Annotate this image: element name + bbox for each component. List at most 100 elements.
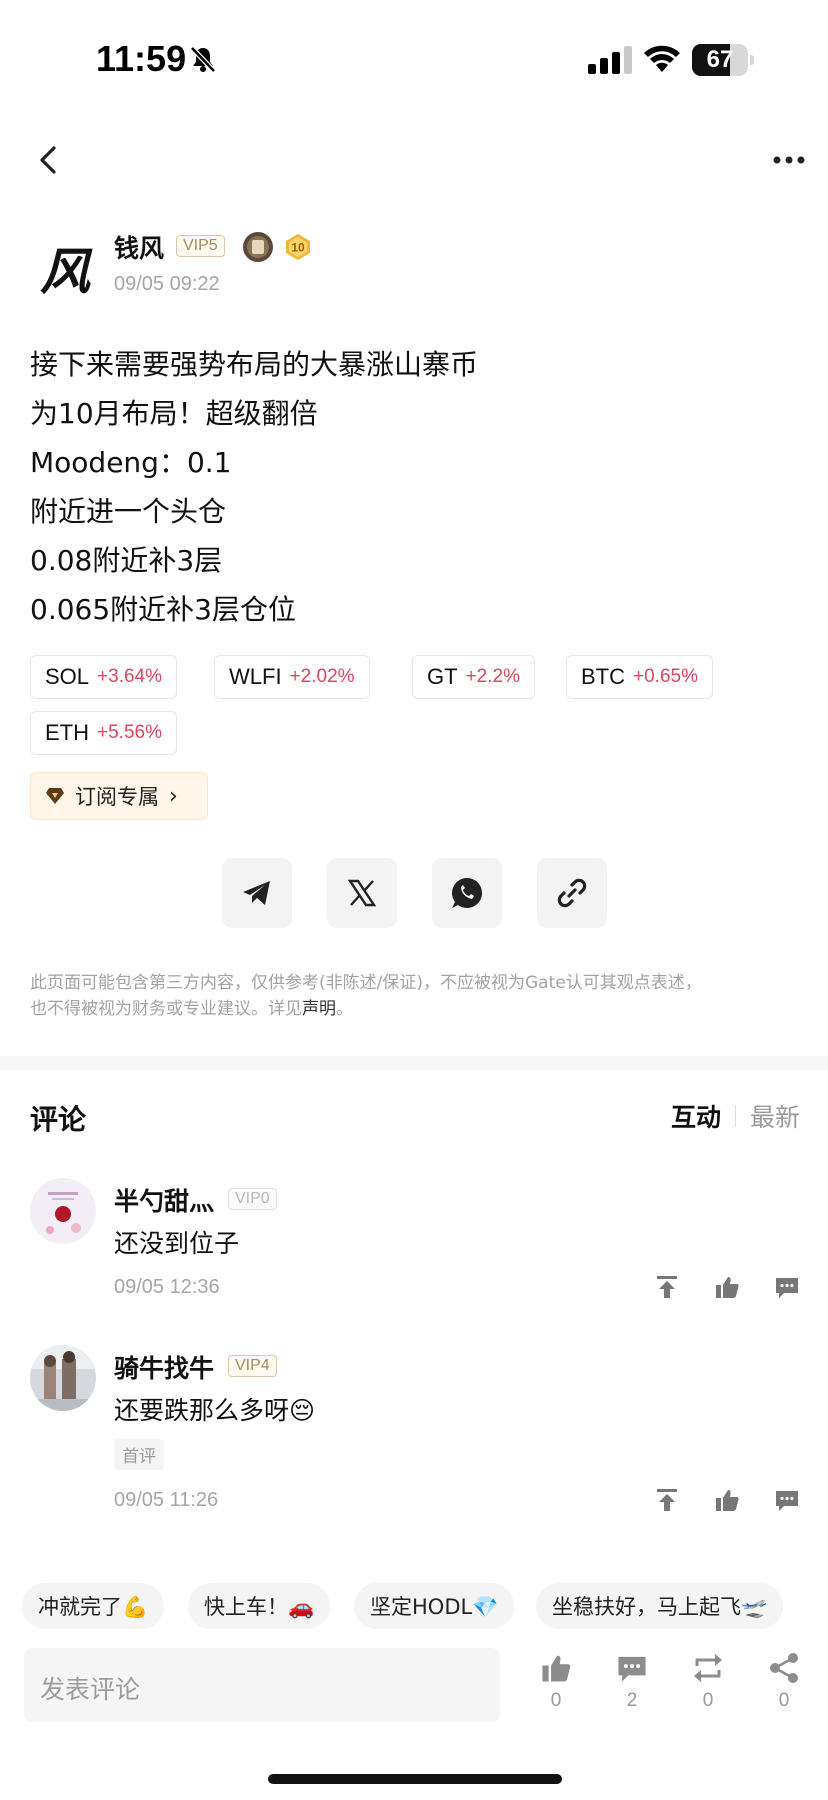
x-icon (347, 879, 377, 907)
share-x-button[interactable] (327, 858, 397, 928)
quick-reply-chips: 冲就完了💪 快上车！🚗 坚定HODL💎 坐稳扶好，马上起飞🛫 (0, 1583, 828, 1629)
pin-top-icon[interactable] (654, 1274, 680, 1300)
disclaimer-statement-link[interactable]: 声明 (302, 999, 336, 1019)
share-whatsapp-button[interactable] (432, 858, 502, 928)
comment-input[interactable]: 发表评论 (24, 1648, 500, 1722)
ticker-symbol: BTC (581, 664, 625, 689)
commenter-avatar[interactable] (30, 1178, 96, 1244)
commenter-vip-badge: VIP4 (228, 1355, 277, 1377)
level-medal-icon: 10 (284, 233, 312, 261)
ticker-change: +2.02% (289, 666, 355, 687)
ticker-symbol: WLFI (229, 664, 282, 689)
comment-button[interactable]: 2 (602, 1652, 662, 1732)
post-line: Moodeng：0.1 (30, 446, 232, 479)
post-content: 接下来需要强势布局的大暴涨山寨币 为10月布局！超级翻倍 Moodeng：0.1… (30, 340, 800, 634)
thumbs-up-icon (542, 1655, 571, 1682)
status-time: 11:59 (96, 38, 187, 79)
commenter-name[interactable]: 骑牛找牛 (114, 1349, 214, 1385)
comment-count: 2 (626, 1690, 638, 1711)
cellular-signal-icon (588, 46, 632, 74)
disclaimer: 此页面可能包含第三方内容，仅供参考(非陈述/保证)，不应被视为Gate认可其观点… (30, 970, 800, 1022)
link-icon (557, 878, 587, 908)
thumbs-up-icon[interactable] (714, 1487, 740, 1513)
comment-item: 骑牛找牛 VIP4 还要跌那么多呀😔 首评 09/05 11:26 (30, 1345, 800, 1525)
ticker-chip-eth[interactable]: ETH +5.56% (30, 711, 177, 755)
battery-percent: 67 (706, 46, 734, 73)
share-button[interactable]: 0 (754, 1652, 814, 1732)
comment-text: 还要跌那么多呀😔 (114, 1396, 316, 1425)
comment-actions (654, 1487, 800, 1513)
ticker-symbol: ETH (45, 720, 89, 745)
medal-level-text: 10 (291, 241, 305, 255)
commenter-avatar[interactable] (30, 1345, 96, 1411)
author-avatar[interactable]: 风 (30, 233, 100, 303)
post-author: 风 钱风 VIP5 10 09/05 09:22 (30, 225, 810, 315)
post-line: 附近进一个头仓 (30, 495, 227, 528)
battery-indicator: 67 (692, 44, 754, 76)
rank-medal-icon (243, 232, 273, 262)
quick-reply-chip[interactable]: 快上车！🚗 (188, 1583, 331, 1629)
whatsapp-icon (452, 878, 482, 908)
share-telegram-button[interactable] (222, 858, 292, 928)
post-line: 为10月布局！超级翻倍 (30, 397, 318, 430)
home-indicator (268, 1774, 562, 1784)
back-arrow-icon[interactable] (30, 140, 70, 180)
repost-count: 0 (702, 1690, 714, 1711)
sort-tab-interaction[interactable]: 互动 (671, 1098, 721, 1134)
share-link-button[interactable] (537, 858, 607, 928)
thumbs-up-icon[interactable] (714, 1274, 740, 1300)
comment-actions (654, 1274, 800, 1300)
ticker-change: +3.64% (97, 666, 163, 687)
subscribe-exclusive-button[interactable]: 订阅专属 › (30, 772, 208, 820)
post-line: 0.08附近补3层 (30, 544, 223, 577)
comment-time: 09/05 11:26 (114, 1489, 219, 1511)
disclaimer-line2-text: 也不得被视为财务或专业建议。详见 (30, 999, 302, 1019)
share-count: 0 (778, 1690, 790, 1711)
comments-header: 评论 互动 最新 (30, 1090, 800, 1140)
silent-bell-icon (190, 46, 216, 73)
sort-tab-latest[interactable]: 最新 (750, 1098, 800, 1134)
quick-reply-chip[interactable]: 坐稳扶好，马上起飞🛫 (536, 1583, 784, 1629)
disclaimer-line2: 也不得被视为财务或专业建议。详见声明。 (30, 996, 800, 1022)
author-vip-badge: VIP5 (176, 235, 225, 257)
post-line: 接下来需要强势布局的大暴涨山寨币 (30, 348, 479, 381)
comment-bubble-icon[interactable] (774, 1487, 800, 1513)
wifi-icon (644, 45, 680, 72)
ticker-change: +5.56% (97, 722, 162, 743)
comment-sort-tabs: 互动 最新 (671, 1098, 800, 1134)
ticker-change: +0.65% (633, 666, 698, 687)
quick-reply-chip[interactable]: 坚定HODL💎 (354, 1583, 515, 1629)
like-button[interactable]: 0 (526, 1652, 586, 1732)
comment-text: 还没到位子 (114, 1229, 240, 1258)
like-count: 0 (550, 1690, 562, 1711)
sort-divider (734, 1105, 736, 1127)
comment-item: 半勺甜灬 VIP0 还没到位子 09/05 12:36 (30, 1178, 800, 1328)
pin-top-icon[interactable] (654, 1487, 680, 1513)
share-icon (770, 1653, 798, 1683)
comment-time: 09/05 12:36 (114, 1276, 220, 1298)
commenter-name[interactable]: 半勺甜灬 (114, 1182, 214, 1218)
section-separator (0, 1056, 828, 1070)
first-comment-tag: 首评 (114, 1439, 164, 1470)
repost-button[interactable]: 0 (678, 1652, 738, 1732)
ticker-chip-sol[interactable]: SOL +3.64% (30, 655, 178, 699)
post-action-bar: 0 2 0 0 (520, 1652, 820, 1732)
ticker-change: +2.2% (465, 666, 520, 687)
comment-input-placeholder: 发表评论 (40, 1675, 141, 1704)
comment-bubble-icon[interactable] (774, 1274, 800, 1300)
ticker-chip-gt[interactable]: GT +2.2% (412, 655, 535, 699)
comment-bubble-icon (618, 1656, 646, 1682)
disclaimer-line1: 此页面可能包含第三方内容，仅供参考(非陈述/保证)，不应被视为Gate认可其观点… (30, 973, 702, 993)
telegram-icon (243, 881, 270, 905)
ticker-chip-wlfi[interactable]: WLFI +2.02% (214, 655, 370, 699)
more-options-icon[interactable] (764, 140, 814, 180)
post-line: 0.065附近补3层仓位 (30, 593, 296, 626)
ticker-symbol: SOL (45, 664, 90, 689)
author-name[interactable]: 钱风 (114, 229, 164, 265)
commenter-vip-badge: VIP0 (228, 1188, 277, 1210)
disclaimer-suffix: 。 (336, 999, 353, 1019)
top-nav (0, 130, 828, 190)
share-row (0, 858, 828, 928)
ticker-chip-btc[interactable]: BTC +0.65% (566, 655, 713, 699)
quick-reply-chip[interactable]: 冲就完了💪 (22, 1583, 165, 1629)
